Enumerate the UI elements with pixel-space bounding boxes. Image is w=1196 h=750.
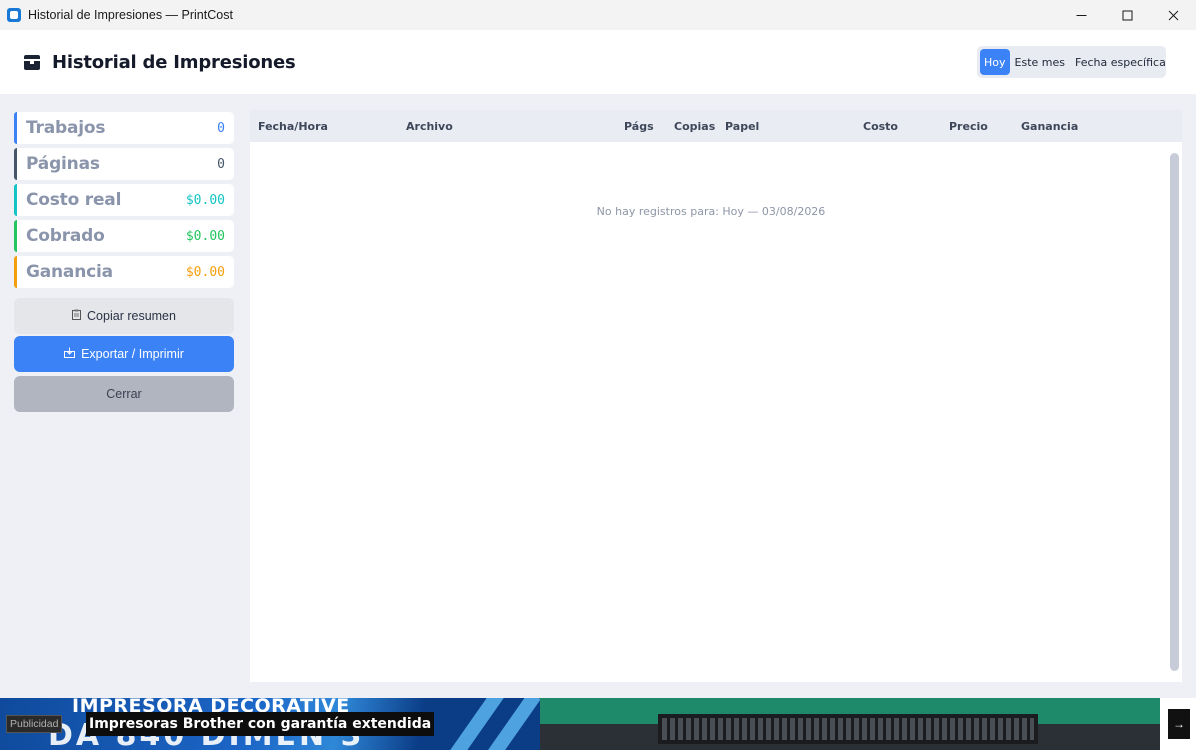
column-header-price[interactable]: Precio — [949, 120, 988, 133]
column-header-pages[interactable]: Págs — [624, 120, 654, 133]
ad-printer-image — [540, 698, 1160, 750]
column-header-paper[interactable]: Papel — [725, 120, 759, 133]
history-table: Fecha/Hora Archivo Págs Copias Papel Cos… — [250, 110, 1182, 682]
stat-value: 0 — [217, 120, 225, 136]
page-title: Historial de Impresiones — [52, 52, 296, 73]
stat-profit: Ganancia $0.00 — [14, 256, 234, 288]
window-controls — [1058, 0, 1196, 30]
column-header-profit[interactable]: Ganancia — [1021, 120, 1078, 133]
date-range-selector: Hoy Este mes Fecha específica — [977, 46, 1166, 78]
ad-banner[interactable]: IMPRESORA DECORATIVE DA 840 DIMEN 3 Publ… — [0, 698, 1196, 750]
column-header-cost[interactable]: Costo — [863, 120, 898, 133]
close-icon — [1168, 10, 1178, 20]
empty-state-message: No hay registros para: Hoy — 03/08/2026 — [596, 205, 826, 218]
clipboard-icon — [72, 309, 82, 323]
stat-charged: Cobrado $0.00 — [14, 220, 234, 252]
close-window-button[interactable] — [1150, 0, 1196, 30]
stat-label: Cobrado — [26, 226, 105, 246]
app-icon — [7, 8, 21, 22]
maximize-icon — [1122, 10, 1132, 20]
range-this-month-button[interactable]: Este mes — [1010, 49, 1070, 75]
stat-value: $0.00 — [185, 228, 225, 244]
export-print-button[interactable]: Exportar / Imprimir — [14, 336, 234, 372]
ad-next-button[interactable]: → — [1168, 709, 1190, 739]
copy-summary-label: Copiar resumen — [87, 309, 176, 323]
close-button[interactable]: Cerrar — [14, 376, 234, 412]
range-today-button[interactable]: Hoy — [980, 49, 1010, 75]
stat-label: Ganancia — [26, 262, 113, 282]
stat-label: Costo real — [26, 190, 122, 210]
stat-value: $0.00 — [185, 192, 225, 208]
copy-summary-button[interactable]: Copiar resumen — [14, 298, 234, 334]
window-title: Historial de Impresiones — PrintCost — [28, 8, 233, 22]
column-header-datetime[interactable]: Fecha/Hora — [258, 120, 328, 133]
close-label: Cerrar — [106, 387, 142, 401]
stat-label: Páginas — [26, 154, 100, 174]
minimize-icon — [1076, 14, 1086, 16]
table-scrollbar[interactable] — [1170, 153, 1179, 671]
table-header: Fecha/Hora Archivo Págs Copias Papel Cos… — [250, 110, 1182, 142]
minimize-button[interactable] — [1058, 0, 1104, 30]
stat-value: 0 — [217, 156, 225, 172]
range-specific-date-button[interactable]: Fecha específica — [1070, 49, 1171, 75]
stat-value: $0.00 — [185, 264, 225, 280]
export-icon — [64, 347, 76, 361]
export-print-label: Exportar / Imprimir — [81, 347, 184, 361]
ad-caption[interactable]: Impresoras Brother con garantía extendid… — [86, 712, 435, 736]
stat-label: Trabajos — [26, 118, 106, 138]
ad-badge: Publicidad — [6, 715, 63, 733]
column-header-copies[interactable]: Copias — [674, 120, 715, 133]
stat-real-cost: Costo real $0.00 — [14, 184, 234, 216]
maximize-button[interactable] — [1104, 0, 1150, 30]
page-header: Historial de Impresiones Hoy Este mes Fe… — [0, 30, 1196, 94]
printer-box-icon — [24, 55, 40, 70]
stat-jobs: Trabajos 0 — [14, 112, 234, 144]
title-bar: Historial de Impresiones — PrintCost — [0, 0, 1196, 30]
column-header-file[interactable]: Archivo — [406, 120, 453, 133]
stat-pages: Páginas 0 — [14, 148, 234, 180]
